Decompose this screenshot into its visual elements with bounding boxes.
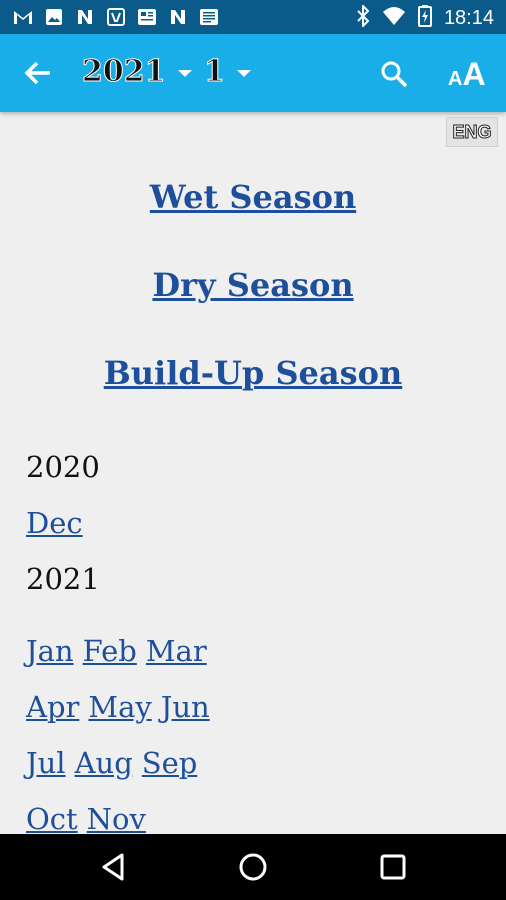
language-button[interactable]: ENG [446,117,498,147]
font-size-icon: AA [448,56,486,92]
wifi-icon [382,6,406,31]
year-heading: 2021 [26,562,100,596]
month-row: Apr May Jun [26,690,210,724]
year-selected: 2021 [82,54,166,90]
chevron-down-icon [177,70,192,77]
year-heading: 2020 [26,450,100,484]
month-row: Jan Feb Mar [26,634,207,668]
season-link-wet[interactable]: Wet Season [0,178,506,216]
month-link-oct[interactable]: Oct [26,802,78,836]
image-icon [43,7,65,27]
month-row: Jul Aug Sep [26,746,197,780]
month-link-aug[interactable]: Aug [75,746,133,780]
vfiles-icon [105,7,127,27]
bluetooth-icon [356,3,370,32]
arrow-left-icon [24,61,50,85]
app-bar: 2021 1 AA [0,34,506,112]
year-dropdown[interactable]: 2021 [82,54,192,90]
home-circle-icon [239,853,267,881]
back-triangle-icon [102,853,124,881]
month-dropdown[interactable]: 1 [204,54,251,90]
nav-recents-button[interactable] [377,851,409,883]
chevron-down-icon [236,70,251,77]
nav-home-button[interactable] [237,851,269,883]
month-row: Oct Nov [26,802,146,836]
recents-square-icon [380,854,406,880]
news-icon [198,7,220,27]
news-icon [136,7,158,27]
status-time: 18:14 [443,7,494,29]
month-link-jul[interactable]: Jul [26,746,66,780]
battery-icon [417,5,432,32]
month-link-nov[interactable]: Nov [87,802,146,836]
n-icon [74,7,96,27]
month-link-may[interactable]: May [88,690,151,724]
month-link-jun[interactable]: Jun [161,690,210,724]
font-size-button[interactable]: AA [448,54,486,90]
system-icons: 18:14 [356,3,494,32]
search-icon [381,61,408,88]
season-link-dry[interactable]: Dry Season [0,266,506,304]
month-row: Dec [26,506,83,540]
status-bar: 18:14 [0,0,506,34]
month-link-feb[interactable]: Feb [83,634,137,668]
month-link-mar[interactable]: Mar [146,634,207,668]
month-selected: 1 [204,54,226,90]
month-link-jan[interactable]: Jan [26,634,74,668]
month-link-dec-2020[interactable]: Dec [26,506,83,540]
gmail-icon [12,7,34,27]
month-link-sep[interactable]: Sep [142,746,198,780]
back-button[interactable] [22,58,56,88]
nav-back-button[interactable] [98,851,130,883]
search-button[interactable] [380,60,408,88]
n-icon [167,7,189,27]
month-link-apr[interactable]: Apr [26,690,79,724]
navigation-bar [0,834,506,900]
notification-icons [12,7,220,27]
season-link-build-up[interactable]: Build-Up Season [0,354,506,392]
